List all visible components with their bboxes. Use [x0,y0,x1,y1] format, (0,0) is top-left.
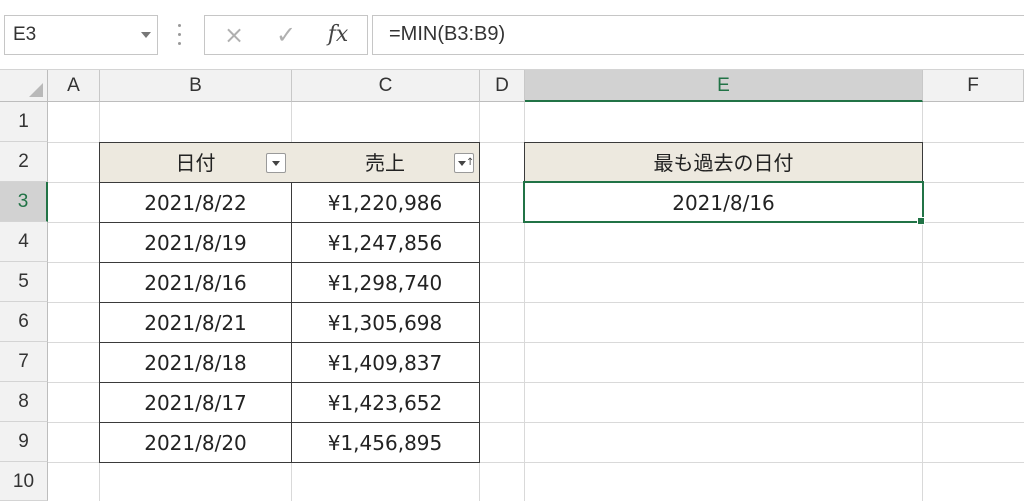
table-cell-sales[interactable]: ¥1,220,986 [291,183,480,223]
row-header-4[interactable]: 4 [0,222,48,262]
formula-input[interactable]: =MIN(B3:B9) [372,15,1024,55]
row-header-10[interactable]: 10 [0,462,48,501]
row-header-2[interactable]: 2 [0,142,48,182]
row-header-1[interactable]: 1 [0,102,48,142]
table-cell-sales[interactable]: ¥1,247,856 [291,223,480,263]
table-cell-sales[interactable]: ¥1,456,895 [291,423,480,463]
row-header-8[interactable]: 8 [0,382,48,422]
filter-dropdown-button[interactable] [266,153,286,173]
enter-icon[interactable]: ✓ [271,20,301,50]
table-cell-date[interactable]: 2021/8/20 [99,423,292,463]
table-cell-date[interactable]: 2021/8/16 [99,263,292,303]
name-box[interactable]: E3 [4,15,158,55]
table-cell-sales[interactable]: ¥1,305,698 [291,303,480,343]
chevron-down-icon [272,161,280,166]
table-cell-date[interactable]: 2021/8/21 [99,303,292,343]
column-header-b[interactable]: B [100,70,292,102]
result-label-cell[interactable]: 最も過去の日付 [524,142,923,183]
formula-text: =MIN(B3:B9) [389,23,506,45]
row-header-7[interactable]: 7 [0,342,48,382]
column-header-e[interactable]: E [525,70,923,102]
table-cell-date[interactable]: 2021/8/17 [99,383,292,423]
table-cell-date[interactable]: 2021/8/18 [99,343,292,383]
table-header-label: 日付 [175,151,216,175]
sort-filter-button[interactable]: ↑ [454,153,474,173]
formula-bar: E3 × ✓ fx =MIN(B3:B9) [0,0,1024,70]
cancel-icon[interactable]: × [219,20,249,50]
table-header-label: 売上 [365,151,405,175]
row-header-6[interactable]: 6 [0,302,48,342]
name-box-value: E3 [13,24,37,45]
drag-handle-icon[interactable] [178,24,182,46]
table-cell-sales[interactable]: ¥1,298,740 [291,263,480,303]
row-header-9[interactable]: 9 [0,422,48,462]
table-header-date[interactable]: 日付 [99,142,292,183]
table-cell-sales[interactable]: ¥1,409,837 [291,343,480,383]
insert-function-icon[interactable]: fx [323,20,353,50]
formula-buttons: × ✓ fx [204,15,368,55]
fill-handle[interactable] [917,217,925,225]
worksheet-grid[interactable]: A B C D E F 1 2 3 4 5 6 7 8 9 10 日付 売上 ↑… [0,70,1024,501]
column-header-f[interactable]: F [923,70,1024,102]
row-header-5[interactable]: 5 [0,262,48,302]
row-header-3[interactable]: 3 [0,182,48,222]
table-cell-date[interactable]: 2021/8/22 [99,183,292,223]
table-cell-date[interactable]: 2021/8/19 [99,223,292,263]
column-header-d[interactable]: D [480,70,525,102]
column-header-a[interactable]: A [48,70,100,102]
active-cell-selection [523,181,924,223]
chevron-down-icon [458,161,466,166]
table-header-sales[interactable]: 売上 ↑ [291,142,480,183]
column-header-c[interactable]: C [292,70,480,102]
sort-ascending-icon: ↑ [466,157,475,168]
select-all-corner[interactable] [0,70,48,102]
table-cell-sales[interactable]: ¥1,423,652 [291,383,480,423]
chevron-down-icon[interactable] [141,32,151,38]
